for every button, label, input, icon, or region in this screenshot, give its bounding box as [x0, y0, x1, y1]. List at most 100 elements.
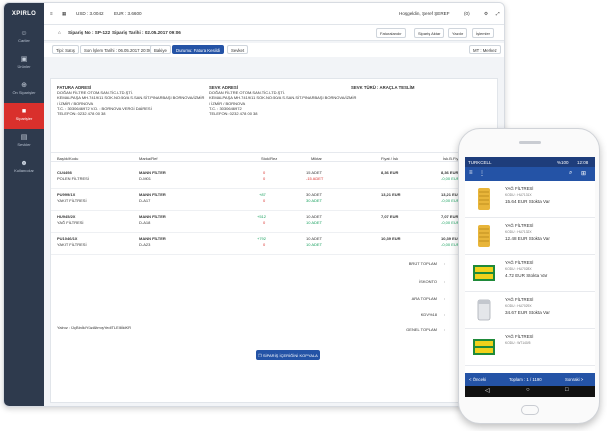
list-item[interactable]: YAĞ FİLTRESİ KODU : W7140/5: [465, 329, 595, 366]
row-stock: +792: [257, 236, 267, 241]
sidebar-item-label: Kullanıcılar: [14, 168, 34, 173]
sidebar-item-kullanicilar[interactable]: ☻ Kullanıcılar: [4, 155, 44, 181]
usd-rate: USD : 3.0042: [76, 11, 104, 16]
row-qty-delivered: -15 ADET: [306, 176, 324, 181]
separator: :: [443, 296, 445, 301]
prev-page-button[interactable]: < Önceki: [469, 377, 486, 382]
warehouse-chip[interactable]: MT : Merkez: [469, 45, 501, 54]
language-selector[interactable]: (0): [464, 11, 470, 16]
separator: :: [443, 279, 445, 284]
battery-level: %100: [557, 159, 569, 165]
order-number: Sipariş No : SP-122: [68, 30, 111, 35]
row-stock: +87: [259, 192, 266, 197]
order-header: ⌂ Sipariş No : SP-122 Sipariş Tarihi : 0…: [44, 25, 504, 41]
settings-icon[interactable]: ⚙: [484, 11, 488, 17]
row-brand: MANN FİLTER: [139, 236, 166, 241]
list-item[interactable]: YAĞ FİLTRESİ KODU : HU7132X 12.48 EUR St…: [465, 218, 595, 255]
sidebar-item-on-siparisler[interactable]: ⊕ Ön Siparişler: [4, 77, 44, 103]
shipping-address: SEVK ADRESİ DOĞAN FİLTRE OTOM.SAN.TİC.LT…: [209, 85, 359, 116]
product-code: KODU : W7140/5: [505, 341, 531, 345]
android-nav-bar: ◁ ○ □: [465, 386, 595, 397]
copy-order-label: SİPARİŞ İÇERİĞİNİ KOPYALA: [262, 353, 318, 358]
order-state-badge[interactable]: Durumu: Fatura Kesildi: [172, 45, 224, 54]
sidebar-item-siparisler[interactable]: ■ Siparişler: [4, 103, 44, 129]
product-name: YAĞ FİLTRESİ: [505, 334, 534, 339]
next-page-button[interactable]: Sonraki >: [565, 377, 583, 382]
col-header: Marka/Ref: [139, 156, 158, 161]
table-row[interactable]: PU999/1X YAKIT FİLTRESİ MANN FİLTER D-A1…: [51, 189, 497, 211]
product-name: YAĞ FİLTRESİ: [505, 260, 534, 265]
sidebar-item-label: Sevkler: [17, 142, 31, 147]
separator: :: [443, 312, 445, 317]
top-bar: ≡ ▦ USD : 3.0042 EUR : 3.6600 Hoşgeldin,…: [44, 3, 504, 25]
box-icon: ▣: [20, 56, 28, 63]
invoice-address: FATURA ADRESİ DOĞAN FİLTRE OTOM.SAN.TİC.…: [57, 85, 207, 116]
back-icon[interactable]: ◁: [485, 387, 490, 394]
phone-home-button: [521, 405, 539, 415]
more-icon[interactable]: ⋮: [479, 170, 485, 177]
row-name: POLEN FİLTRESİ: [57, 176, 89, 181]
shipment-chip[interactable]: Sevket: [227, 45, 249, 54]
row-name: YAĞ FİLTRESİ: [57, 220, 84, 225]
col-header: Stok/Rez: [261, 156, 278, 161]
oil-filter-image: [478, 188, 490, 210]
fullscreen-icon[interactable]: ⤢: [496, 11, 500, 16]
copy-order-button[interactable]: ❐ SİPARİŞ İÇERİĞİNİ KOPYALA: [256, 350, 320, 360]
amount-in-words: Yalnız : ÜçBinİkiYüzAltmışYediTLElliİkiK…: [57, 325, 132, 330]
row-ref: D-A23: [139, 242, 151, 247]
product-code: KODU : HU7028X: [505, 267, 532, 271]
user-greeting[interactable]: Hoşgeldin, Şeref ŞEREF: [399, 11, 450, 16]
grid-icon[interactable]: ▦: [62, 11, 66, 17]
row-brand: MANN FİLTER: [139, 192, 166, 197]
list-item[interactable]: YAĞ FİLTRESİ KODU : HU7028X 4.72 EUR Sto…: [465, 255, 595, 292]
col-header: Miktar: [311, 156, 322, 161]
home-icon[interactable]: ○: [526, 387, 530, 393]
transfer-order-button[interactable]: Sipariş Aktar: [414, 28, 445, 38]
table-row[interactable]: HU945/2X YAĞ FİLTRESİ MANN FİLTER D-A18 …: [51, 211, 497, 233]
col-header: Fiyat / İsk: [381, 156, 399, 161]
phone-speaker: [519, 141, 541, 144]
cart-icon[interactable]: ⊞: [581, 170, 586, 177]
row-discount: -0,00 EUR: [441, 176, 460, 181]
home-icon[interactable]: ⌂: [58, 30, 61, 35]
invoice-button[interactable]: Faturalandır: [376, 28, 406, 38]
row-qty-delivered: 10 ADET: [306, 242, 323, 247]
mann-filter-logo-image: [473, 339, 495, 355]
pagination-text: Toplam : 1 / 1190: [509, 377, 542, 382]
menu-icon[interactable]: ≡: [50, 11, 53, 16]
mann-filter-logo-image: [473, 265, 495, 281]
phone-app-bar: ≡ ⋮ ⌕ ⊞: [465, 167, 595, 181]
eur-rate: EUR : 3.6600: [114, 11, 142, 16]
list-item[interactable]: YAĞ FİLTRESİ KODU : HU7029X 34.67 EUR St…: [465, 292, 595, 329]
shipping-type: SEVK TÜRÜ : ARAÇLA TESLİM: [351, 85, 415, 90]
list-item[interactable]: YAĞ FİLTRESİ KODU : HU7131X 15.64 EUR St…: [465, 181, 595, 218]
row-name: YAKIT FİLTRESİ: [57, 242, 87, 247]
menu-icon[interactable]: ≡: [469, 170, 473, 176]
actions-button[interactable]: İşlemler: [472, 28, 495, 38]
recents-icon[interactable]: □: [565, 387, 569, 393]
product-name: YAĞ FİLTRESİ: [505, 223, 534, 228]
sidebar-item-label: Ön Siparişler: [12, 90, 36, 95]
table-row[interactable]: CU4498 POLEN FİLTRESİ MANN FİLTER D-M01 …: [51, 167, 497, 189]
product-price: 15.64 EUR Stokta Var: [505, 199, 550, 204]
sidebar-item-cariler[interactable]: ☺ Cariler: [4, 25, 44, 51]
row-discount: -0,00 EUR: [441, 242, 460, 247]
row-price: 8,36 EUR: [381, 170, 399, 175]
sidebar-item-urunler[interactable]: ▣ Ürünler: [4, 51, 44, 77]
product-code: KODU : HU7131X: [505, 193, 532, 197]
product-price: 4.72 EUR Stokta Var: [505, 273, 548, 278]
sidebar-item-label: Ürünler: [17, 64, 31, 69]
row-price: 13,21 EUR: [381, 192, 401, 197]
table-row[interactable]: PU1046/1X YAKIT FİLTRESİ MANN FİLTER D-A…: [51, 233, 497, 255]
separator: :: [443, 261, 445, 266]
search-icon[interactable]: ⌕: [569, 170, 572, 177]
print-button[interactable]: Yazdır: [448, 28, 468, 38]
row-code: CU4498: [57, 170, 72, 175]
grand-total-label: GENEL TOPLAM: [406, 327, 437, 332]
app-logo: XPIRLO: [11, 11, 37, 17]
balance-chip[interactable]: Bakiye: [150, 45, 171, 54]
status-bar: Tipi: Satış Son İşlem Tarihi : 06.05.201…: [44, 43, 504, 57]
order-type-chip[interactable]: Tipi: Satış: [52, 45, 79, 54]
sidebar-item-sevkler[interactable]: ▤ Sevkler: [4, 129, 44, 155]
mobile-phone-mockup: TURKCELL %100 12:08 ≡ ⋮ ⌕ ⊞ YAĞ FİLTRESİ…: [458, 128, 600, 424]
